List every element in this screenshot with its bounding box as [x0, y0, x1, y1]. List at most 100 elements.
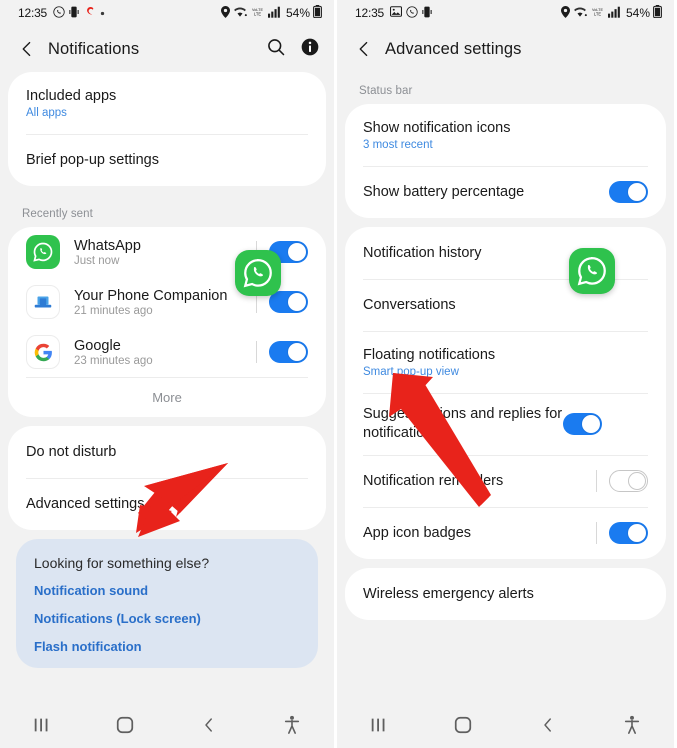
- whatsapp-icon: [53, 5, 65, 21]
- knob: [288, 243, 306, 261]
- svg-text:LTE: LTE: [594, 11, 601, 16]
- row-do-not-disturb[interactable]: Do not disturb: [8, 426, 326, 478]
- battery-percentage: 54%: [625, 6, 650, 20]
- row-title: Wireless emergency alerts: [363, 585, 534, 602]
- general-settings-card: Included apps All apps Brief pop-up sett…: [8, 72, 326, 186]
- dnd-advanced-card: Do not disturb Advanced settings: [8, 426, 326, 530]
- notification-options-card: Notification history Conversations Float…: [345, 227, 666, 559]
- row-title: Suggest actions and replies for notifica…: [363, 406, 563, 441]
- status-bar: 12:35 VoLTE LTE 54%: [337, 0, 674, 26]
- knob: [288, 293, 306, 311]
- your-phone-companion-icon: [26, 285, 60, 319]
- search-icon[interactable]: [266, 37, 286, 62]
- row-text: Suggest actions and replies for notifica…: [363, 395, 563, 452]
- volte-icon: VoLTE LTE: [250, 6, 265, 21]
- notification-reminders-toggle[interactable]: [609, 470, 648, 492]
- screenshot-frame: 12:35 VoLTE LTE 54% Notifications Includ…: [0, 0, 677, 748]
- page-title: Advanced settings: [385, 39, 522, 58]
- divider: [256, 241, 257, 263]
- row-subtitle: 3 most recent: [363, 139, 433, 152]
- row-text: Advanced settings: [26, 485, 308, 524]
- app-icon-badges-toggle[interactable]: [609, 522, 648, 544]
- row-suggest-actions-replies[interactable]: Suggest actions and replies for notifica…: [345, 393, 666, 455]
- list-item[interactable]: Google 23 minutes ago: [8, 327, 326, 377]
- divider: [596, 470, 597, 492]
- row-text: Your Phone Companion 21 minutes ago: [74, 278, 256, 327]
- back-icon[interactable]: [14, 36, 40, 62]
- home-icon[interactable]: [84, 715, 168, 735]
- row-advanced-settings[interactable]: Advanced settings: [8, 478, 326, 530]
- row-conversations[interactable]: Conversations: [345, 279, 666, 331]
- knob: [628, 471, 646, 490]
- status-time: 12:35: [18, 6, 48, 20]
- navigation-bar: [337, 702, 674, 748]
- divider: [256, 341, 257, 363]
- toggle-wrap: [596, 522, 648, 544]
- row-floating-notifications[interactable]: Floating notifications Smart pop-up view: [345, 331, 666, 393]
- row-text: Notification history: [363, 234, 648, 273]
- title-bar: Notifications: [0, 26, 334, 72]
- back-icon[interactable]: [167, 716, 251, 734]
- status-notification-icons: [390, 5, 432, 21]
- row-text: Floating notifications Smart pop-up view: [363, 336, 648, 389]
- row-text: Show notification icons 3 most recent: [363, 109, 648, 162]
- wifi-icon: [573, 6, 587, 21]
- app-notification-toggle[interactable]: [269, 341, 308, 363]
- app-name: WhatsApp: [74, 237, 141, 254]
- row-show-battery-percentage[interactable]: Show battery percentage: [345, 166, 666, 218]
- knob: [628, 524, 646, 542]
- whatsapp-icon: [406, 5, 418, 21]
- app-notification-toggle[interactable]: [269, 291, 308, 313]
- row-brief-popup-settings[interactable]: Brief pop-up settings: [8, 134, 326, 186]
- app-time: 21 minutes ago: [74, 304, 153, 317]
- row-text: Conversations: [363, 286, 648, 325]
- row-subtitle: Smart pop-up view: [363, 366, 459, 379]
- row-title: Do not disturb: [26, 443, 117, 460]
- recents-icon[interactable]: [0, 716, 84, 734]
- signal-icon: [607, 6, 621, 21]
- title-actions: [266, 37, 320, 62]
- list-item[interactable]: Your Phone Companion 21 minutes ago: [8, 277, 326, 327]
- recents-icon[interactable]: [337, 716, 421, 734]
- recently-sent-card: WhatsApp Just now Your Phone Companion 2…: [8, 227, 326, 417]
- app-name: Google: [74, 337, 121, 354]
- accessibility-icon[interactable]: [251, 715, 335, 735]
- row-notification-history[interactable]: Notification history: [345, 227, 666, 279]
- more-button[interactable]: More: [8, 377, 326, 417]
- row-text: Included apps All apps: [26, 77, 308, 130]
- link-notification-sound[interactable]: Notification sound: [34, 583, 300, 598]
- right-content: Status bar Show notification icons 3 mos…: [337, 72, 674, 620]
- show-battery-percentage-toggle[interactable]: [609, 181, 648, 203]
- hint-title: Looking for something else?: [34, 555, 210, 571]
- status-right-icons: VoLTE LTE 54%: [220, 5, 322, 21]
- row-wireless-emergency-alerts[interactable]: Wireless emergency alerts: [345, 568, 666, 620]
- row-app-icon-badges[interactable]: App icon badges: [345, 507, 666, 559]
- accessibility-icon[interactable]: [590, 715, 674, 735]
- row-included-apps[interactable]: Included apps All apps: [8, 72, 326, 134]
- row-title: Floating notifications: [363, 346, 496, 363]
- row-title: Notification history: [363, 244, 482, 261]
- image-icon: [390, 6, 403, 20]
- status-right-icons: VoLTE LTE 54%: [560, 5, 662, 21]
- row-text: App icon badges: [363, 514, 596, 553]
- row-title: Included apps: [26, 87, 117, 104]
- row-text: Show battery percentage: [363, 173, 609, 212]
- back-icon[interactable]: [351, 36, 377, 62]
- page-title: Notifications: [48, 39, 140, 58]
- row-text: Google 23 minutes ago: [74, 328, 256, 377]
- row-title: Brief pop-up settings: [26, 151, 159, 168]
- suggest-actions-toggle[interactable]: [563, 413, 602, 435]
- location-icon: [220, 5, 230, 21]
- wifi-icon: [233, 6, 247, 21]
- row-show-notification-icons[interactable]: Show notification icons 3 most recent: [345, 104, 666, 166]
- list-item[interactable]: WhatsApp Just now: [8, 227, 326, 277]
- row-notification-reminders[interactable]: Notification reminders: [345, 455, 666, 507]
- link-notifications-lock-screen[interactable]: Notifications (Lock screen): [34, 611, 300, 626]
- navigation-bar: [0, 702, 334, 748]
- back-icon[interactable]: [506, 716, 590, 734]
- info-icon[interactable]: [300, 37, 320, 62]
- home-icon[interactable]: [421, 715, 505, 735]
- vibrate-icon: [69, 6, 79, 21]
- link-flash-notification[interactable]: Flash notification: [34, 639, 300, 654]
- app-notification-toggle[interactable]: [269, 241, 308, 263]
